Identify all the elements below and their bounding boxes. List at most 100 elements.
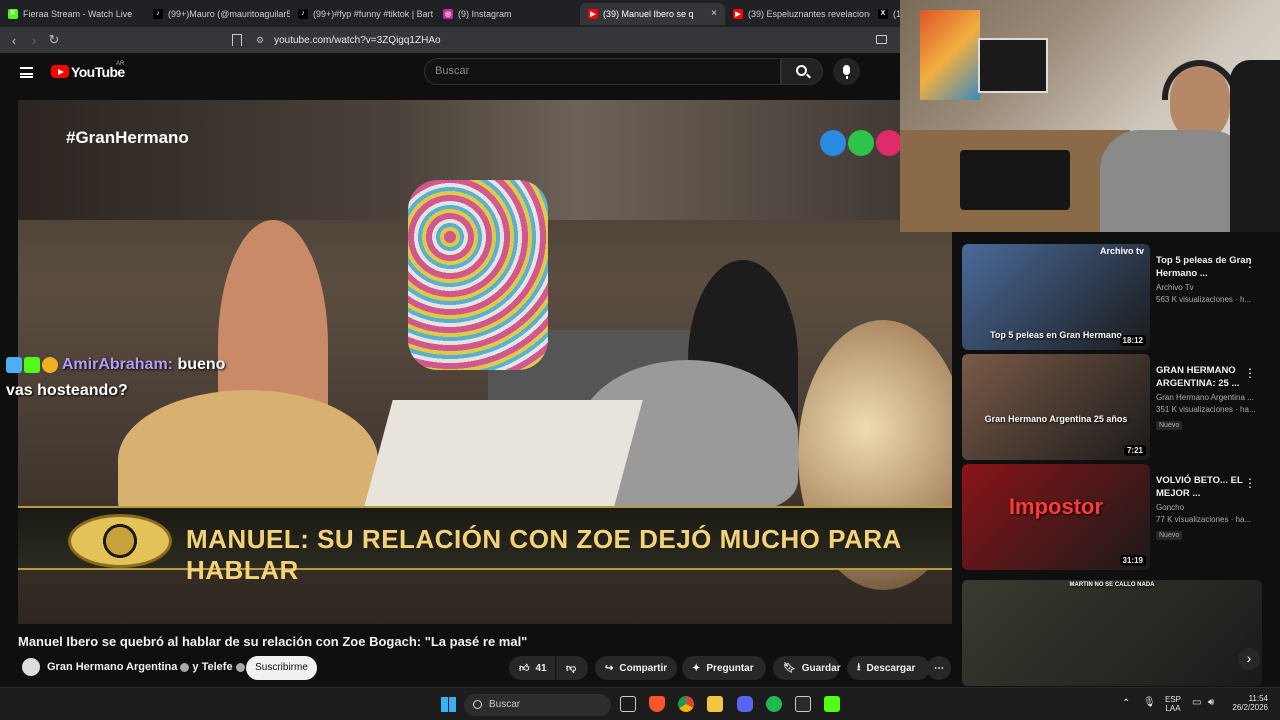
search-input[interactable]: Buscar — [424, 58, 781, 85]
browser-tab[interactable]: ♪ (99+)Mauro (@mauritoaguilar5 — [145, 3, 290, 25]
tab-title: (9) Instagram — [458, 8, 512, 19]
kick-icon[interactable] — [824, 696, 840, 712]
video-channel[interactable]: Goncho — [1156, 503, 1256, 512]
network-icon[interactable]: ▭ — [1192, 697, 1201, 708]
recommendations-sidebar: Top 5 peleas en Gran Hermano Archivo tv 18… — [955, 232, 1280, 687]
telefe-logo-pink — [876, 130, 902, 156]
next-arrow-icon[interactable]: › — [1238, 648, 1260, 670]
thumbnail-tag: Archivo tv — [1099, 246, 1144, 256]
webcam-poster — [978, 38, 1048, 93]
voice-search-button[interactable] — [833, 58, 860, 85]
video-frame-blanket — [408, 180, 548, 370]
channel-name-text[interactable]: Gran Hermano Argentina — [47, 661, 177, 673]
lang-bottom: LAA — [1165, 704, 1181, 713]
video-views: 77 K visualizaciones · ha... — [1156, 515, 1252, 524]
menu-icon[interactable] — [20, 67, 33, 78]
chat-badges — [6, 356, 58, 373]
search-icon — [473, 700, 482, 709]
share-icon: ↪ — [605, 662, 614, 674]
verified-icon — [235, 662, 245, 672]
video-frame-table — [363, 400, 643, 510]
tab-title: Fieraa Stream - Watch Live — [23, 8, 133, 19]
tab-favicon-icon: ♪ — [153, 8, 163, 19]
share-button[interactable]: ↪ Compartir — [595, 656, 677, 680]
task-view-icon[interactable] — [620, 696, 636, 712]
verified-icon — [180, 662, 190, 672]
url-field[interactable]: youtube.com/watch?v=3ZQigq1ZHAo — [274, 35, 440, 46]
browser-tab[interactable]: ◎ (9) Instagram — [435, 3, 580, 25]
spotify-icon[interactable] — [766, 696, 782, 712]
thumbs-up-icon: 👍︎ — [519, 663, 530, 674]
recommended-video[interactable]: Impostor 31:19 VOLVIÓ BETO... EL MEJOR ...… — [962, 464, 1272, 570]
tab-title: (99+)#fyp #funny #tiktok | Bart — [313, 8, 434, 19]
clock-date: 26/2/2026 — [1232, 703, 1268, 712]
start-icon[interactable] — [441, 697, 456, 712]
recommended-video[interactable]: Gran Hermano Argentina 25 años 7:21 GRAN H… — [962, 354, 1272, 460]
download-label: Descargar — [866, 662, 916, 674]
save-button[interactable]: 🔖︎ Guardar — [773, 656, 841, 680]
subscribe-button[interactable]: Suscribirme — [246, 656, 317, 680]
forward-icon[interactable]: › — [24, 33, 44, 48]
more-options-icon[interactable]: ⋮ — [1244, 256, 1256, 270]
video-title[interactable]: VOLVIÓ BETO... EL MEJOR ... — [1156, 474, 1256, 500]
brave-browser-icon[interactable] — [649, 696, 665, 712]
taskbar-search-label: Buscar — [489, 699, 521, 710]
video-meta: Top 5 peleas de Gran Hermano ... Archivo … — [1156, 254, 1256, 304]
country-code: AR — [116, 61, 125, 67]
video-channel[interactable]: Archivo Tv — [1156, 283, 1256, 292]
taskbar-search[interactable]: Buscar — [464, 694, 611, 716]
channel-collab[interactable]: y Telefe — [192, 661, 232, 673]
more-actions-button[interactable]: ⋯ — [927, 656, 951, 680]
browser-tab[interactable]: ▶ (39) Manuel Ibero se q × — [580, 2, 725, 25]
video-channel[interactable]: Gran Hermano Argentina ... — [1156, 393, 1256, 402]
recommended-video[interactable]: Top 5 peleas en Gran Hermano Archivo tv 18… — [962, 244, 1272, 350]
clock[interactable]: 11:54 26/2/2026 — [1228, 694, 1268, 712]
like-button[interactable]: 👍︎ 41 — [509, 656, 555, 680]
video-thumbnail[interactable]: Impostor 31:19 — [962, 464, 1150, 570]
dislike-button[interactable]: 👎︎ — [556, 656, 588, 680]
tab-favicon-icon: ▶ — [588, 8, 598, 19]
video-thumbnail[interactable]: Gran Hermano Argentina 25 años 7:21 — [962, 354, 1150, 460]
obs-icon[interactable] — [795, 696, 811, 712]
recommended-video[interactable]: MARTIN NO SE CALLO NADA › — [962, 580, 1272, 686]
bookmark-icon: 🔖︎ — [783, 662, 796, 674]
webcam-person-body — [1100, 130, 1250, 232]
tray-chevron-icon[interactable]: ⌃ — [1122, 698, 1130, 709]
browser-tab[interactable]: ♪ (99+)#fyp #funny #tiktok | Bart — [290, 3, 435, 25]
back-icon[interactable]: ‹ — [4, 33, 24, 48]
video-title[interactable]: GRAN HERMANO ARGENTINA: 25 ... — [1156, 364, 1256, 390]
tab-title: (39) Espeluznantes revelacione — [748, 8, 870, 19]
streamer-webcam — [900, 0, 1280, 232]
channel-name[interactable]: Gran Hermano Argentina y Telefe — [47, 661, 248, 673]
cast-icon[interactable] — [876, 35, 887, 44]
tab-title: (99+)Mauro (@mauritoaguilar5 — [168, 8, 290, 19]
telefe-logo-green — [848, 130, 874, 156]
bookmark-icon[interactable] — [232, 34, 242, 46]
volume-icon[interactable]: 🔊︎ — [1208, 697, 1214, 708]
close-tab-icon[interactable]: × — [711, 8, 717, 19]
download-button[interactable]: ⭳ Descargar — [847, 656, 930, 680]
video-title[interactable]: Top 5 peleas de Gran Hermano ... — [1156, 254, 1256, 280]
file-explorer-icon[interactable] — [707, 696, 723, 712]
more-options-icon[interactable]: ⋮ — [1244, 366, 1256, 380]
video-caption-banner: MANUEL: SU RELACIÓN CON ZOE DEJÓ MUCHO P… — [18, 506, 952, 585]
browser-tab[interactable]: K Fieraa Stream - Watch Live — [0, 3, 145, 25]
language-indicator[interactable]: ESP LAA — [1165, 695, 1181, 713]
video-thumbnail[interactable]: MARTIN NO SE CALLO NADA — [962, 580, 1262, 686]
tab-favicon-icon: ♪ — [298, 8, 308, 19]
more-options-icon[interactable]: ⋮ — [1244, 476, 1256, 490]
reload-icon[interactable]: ↻ — [44, 32, 64, 48]
search-button[interactable] — [781, 58, 823, 85]
chrome-icon[interactable] — [678, 696, 694, 712]
channel-avatar[interactable] — [22, 658, 40, 676]
discord-icon[interactable] — [737, 696, 753, 712]
browser-tab[interactable]: ▶ (39) Espeluznantes revelacione — [725, 3, 870, 25]
ask-button[interactable]: ✦ Preguntar — [682, 656, 766, 680]
mic-icon-stand — [845, 76, 848, 79]
webcam-chair — [1230, 60, 1280, 232]
more-icon: ⋯ — [934, 662, 944, 674]
video-thumbnail[interactable]: Top 5 peleas en Gran Hermano Archivo tv 18… — [962, 244, 1150, 350]
youtube-logo-icon[interactable] — [51, 65, 69, 78]
tray-mic-icon[interactable]: 🎙︎ — [1143, 697, 1156, 708]
site-info-icon[interactable]: ⚙ — [256, 35, 264, 46]
